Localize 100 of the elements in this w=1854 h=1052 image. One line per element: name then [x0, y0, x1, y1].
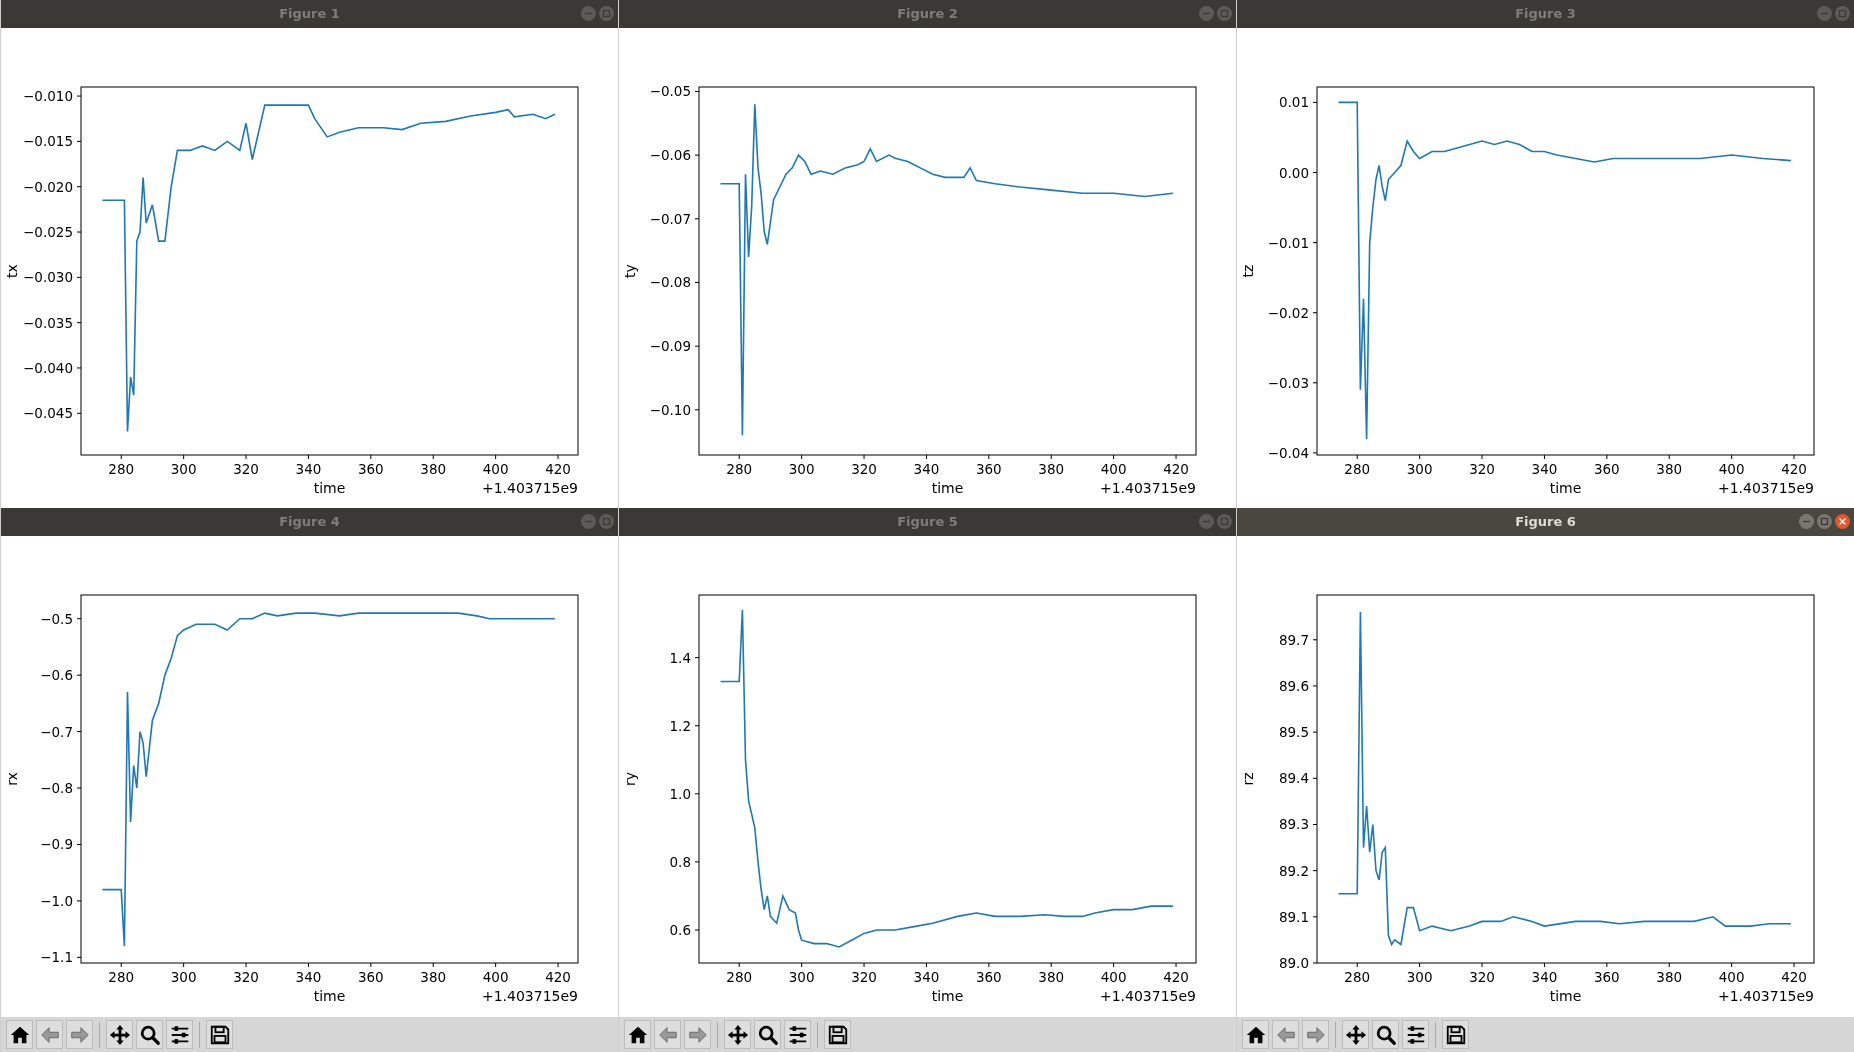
- toolbar-button[interactable]: [754, 1020, 781, 1049]
- tick-label: 1.4: [669, 649, 691, 666]
- maximize-button[interactable]: [1835, 6, 1850, 21]
- tick-label: 380: [1038, 969, 1065, 985]
- tick-label: 360: [975, 969, 1002, 985]
- minimize-button[interactable]: [1199, 6, 1214, 21]
- tick-label: 89.1: [1278, 908, 1309, 925]
- tick-label: 0.8: [669, 853, 691, 870]
- tick-label: 400: [482, 461, 509, 477]
- tick-label: 320: [851, 969, 877, 985]
- tick-label: 280: [108, 969, 135, 985]
- tick-label: −0.10: [649, 401, 691, 418]
- tick-label: 89.0: [1278, 955, 1309, 971]
- minimize-button[interactable]: [581, 6, 596, 21]
- tick-label: 89.6: [1278, 677, 1309, 694]
- axis-title: time: [1549, 480, 1582, 496]
- tick-label: 340: [295, 461, 322, 477]
- window-title: Figure 1: [279, 5, 340, 24]
- tick-label: 280: [108, 461, 135, 477]
- window-title: Figure 6: [1515, 513, 1576, 532]
- tick-label: 420: [1163, 461, 1189, 477]
- toolbar-button[interactable]: [824, 1020, 851, 1049]
- tick-label: 300: [788, 969, 815, 985]
- close-icon: [1838, 517, 1847, 526]
- tick-label: 340: [913, 969, 940, 985]
- toolbar-button[interactable]: [1342, 1020, 1369, 1049]
- minimize-button[interactable]: [1817, 6, 1832, 21]
- tick-label: −0.015: [23, 133, 73, 150]
- axis-title: ty: [622, 264, 638, 278]
- tick-label: 300: [170, 461, 197, 477]
- tick-label: 420: [1781, 461, 1807, 477]
- axis-offset-label: +1.403715e9: [481, 988, 578, 1004]
- tick-label: 320: [1469, 461, 1495, 477]
- tick-label: 300: [788, 461, 815, 477]
- minimize-button[interactable]: [1799, 514, 1814, 529]
- tick-label: 320: [233, 969, 259, 985]
- move-icon: [1344, 1023, 1367, 1046]
- tick-label: −0.04: [1267, 444, 1309, 461]
- tick-label: 380: [1656, 969, 1683, 985]
- toolbar-button[interactable]: [136, 1020, 163, 1049]
- tick-label: −0.03: [1267, 374, 1309, 391]
- tick-label: −0.7: [40, 723, 73, 740]
- toolbar-button[interactable]: [166, 1020, 193, 1049]
- tick-label: −0.8: [40, 780, 73, 797]
- move-icon: [108, 1023, 131, 1046]
- toolbar-button[interactable]: [724, 1020, 751, 1049]
- maximize-button[interactable]: [599, 6, 614, 21]
- maximize-button[interactable]: [1217, 514, 1232, 529]
- minimize-button[interactable]: [1199, 514, 1214, 529]
- axis-title: rz: [1240, 772, 1256, 786]
- tick-label: 340: [1531, 461, 1558, 477]
- window-title: Figure 3: [1515, 5, 1576, 24]
- tick-label: −0.02: [1267, 304, 1309, 321]
- maximize-button[interactable]: [1217, 6, 1232, 21]
- tick-label: 89.5: [1278, 724, 1309, 741]
- tick-label: 280: [726, 461, 753, 477]
- window-title: Figure 5: [897, 513, 958, 532]
- axis-title: time: [313, 480, 346, 496]
- minimize-button[interactable]: [581, 514, 596, 529]
- tick-label: 320: [851, 461, 877, 477]
- tick-label: 380: [1038, 461, 1065, 477]
- axis-title: time: [931, 988, 964, 1004]
- toolbar-button[interactable]: [206, 1020, 233, 1049]
- tick-label: 89.2: [1278, 862, 1309, 879]
- axis-title: tz: [1240, 264, 1256, 278]
- toolbar-button[interactable]: [784, 1020, 811, 1049]
- axis-offset-label: +1.403715e9: [1099, 988, 1196, 1004]
- tick-label: −0.9: [40, 836, 73, 853]
- tick-label: 300: [1406, 969, 1433, 985]
- tick-label: −0.09: [649, 338, 691, 355]
- toolbar-button[interactable]: [1372, 1020, 1399, 1049]
- axis-title: time: [1549, 988, 1582, 1004]
- tick-label: 340: [1531, 969, 1558, 985]
- toolbar-button[interactable]: [1402, 1020, 1429, 1049]
- tick-label: 420: [545, 461, 571, 477]
- tick-label: 0.01: [1278, 94, 1309, 111]
- tick-label: −0.05: [649, 83, 691, 100]
- tick-label: 280: [726, 969, 753, 985]
- toolbar-button[interactable]: [1442, 1020, 1469, 1049]
- tick-label: −0.020: [23, 178, 73, 195]
- toolbar-button[interactable]: [106, 1020, 133, 1049]
- toolbar-button[interactable]: [1242, 1020, 1269, 1049]
- tick-label: 420: [1781, 969, 1807, 985]
- tick-label: 340: [913, 461, 940, 477]
- tick-label: 380: [420, 969, 447, 985]
- close-button[interactable]: [1835, 514, 1850, 529]
- axis-title: time: [931, 480, 964, 496]
- square-icon: [1820, 517, 1829, 526]
- window-title: Figure 4: [279, 513, 340, 532]
- square-icon: [602, 9, 611, 18]
- tick-label: 400: [482, 969, 509, 985]
- toolbar-button[interactable]: [624, 1020, 651, 1049]
- maximize-button[interactable]: [599, 514, 614, 529]
- tick-label: −0.010: [23, 88, 73, 105]
- toolbar-button[interactable]: [6, 1020, 33, 1049]
- tick-label: −1.0: [40, 892, 73, 909]
- search-icon: [138, 1023, 161, 1046]
- axis-title: time: [313, 988, 346, 1004]
- tick-label: −0.045: [23, 405, 73, 422]
- tick-label: −0.07: [649, 210, 691, 227]
